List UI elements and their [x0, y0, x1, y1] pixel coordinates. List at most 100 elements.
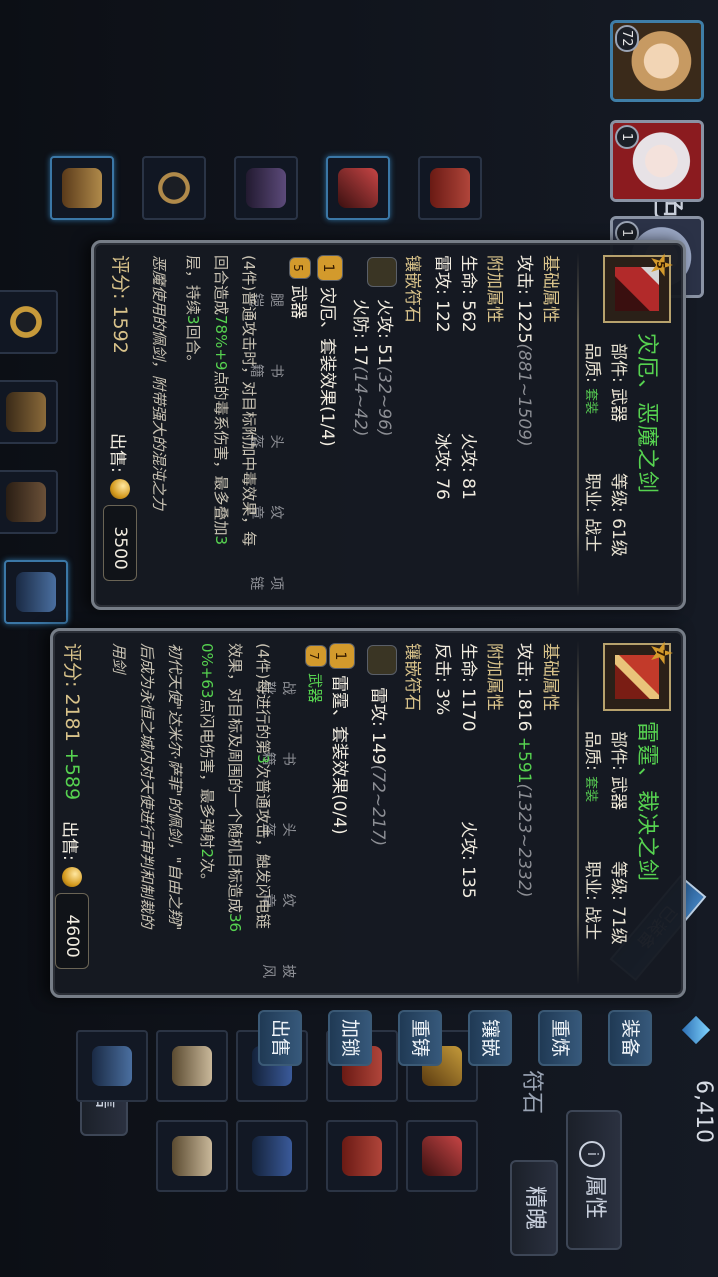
inventory-slot[interactable]: [236, 1120, 308, 1192]
item-icon: 5: [603, 255, 671, 323]
inlay-button[interactable]: 镶嵌: [468, 1010, 512, 1066]
score-bonus: +589: [61, 747, 83, 801]
equip-button[interactable]: 装备: [608, 1010, 652, 1066]
socket-attr: 火防: 17: [350, 299, 370, 366]
compared-item-panel: 7 雷霆、裁决之剑 部件: 武器 等级: 71级 品质: 套装 职业: 战士 基…: [50, 628, 686, 998]
sell-price: 4600: [55, 892, 89, 969]
quality-value: 套装: [583, 776, 598, 803]
equip-slot-armor[interactable]: [234, 156, 298, 220]
equip-slot-gloves[interactable]: [50, 156, 114, 220]
inventory-slot[interactable]: [326, 1120, 398, 1192]
level-label: 等级:: [608, 861, 628, 901]
extra-attr: 火攻: 135: [458, 821, 478, 899]
book-icon: [430, 168, 470, 208]
set-piece: 5 武器: [288, 257, 313, 319]
description-line: 用剑: [110, 643, 128, 674]
set-effect-text: 回合。: [184, 324, 202, 370]
set-effect-value: 78%+9: [212, 315, 230, 371]
set-effect-text: (4件)每进行的第: [254, 643, 272, 755]
item-name: 雷霆、裁决之剑: [634, 721, 659, 883]
necklace-icon: [154, 168, 194, 208]
attributes-tab-label: 属性: [582, 1174, 607, 1219]
sell-price: 3500: [103, 504, 137, 581]
recast-button[interactable]: 重铸: [398, 1010, 442, 1066]
extra-attr-title: 附加属性: [484, 643, 504, 711]
set-effect-value: 3: [212, 535, 230, 546]
base-attack-range: (1323~2332): [514, 783, 534, 898]
sell-label: 出售:: [59, 821, 80, 861]
base-attr-title: 基础属性: [540, 255, 560, 323]
equip-slot-book[interactable]: [418, 156, 482, 220]
item-icon: 7: [603, 643, 671, 711]
equip-slot-helmet[interactable]: [0, 380, 58, 444]
set-effect-value: 0%+63: [198, 643, 216, 699]
inventory-slot[interactable]: [156, 1120, 228, 1192]
set-effect-text: 点闪电伤害，最多弹射: [198, 698, 216, 849]
set-piece-name: 武器: [288, 285, 308, 319]
score-label: 评分:: [61, 643, 83, 688]
set-effect-text: 效果，对目标及周围的一个随机目标造成: [226, 643, 244, 914]
inventory-slot[interactable]: [76, 1030, 148, 1102]
description-line: 后成为永恒之城内对天使进行审判和制裁的: [138, 643, 156, 929]
equipped-item-panel: 已装备 5 灾厄、恶魔之剑 部件: 武器 等级: 61级 品质: 套装 职业: …: [91, 240, 707, 982]
gold-coin-icon: [110, 478, 130, 499]
inventory-slot[interactable]: [156, 1030, 228, 1102]
set-effect-value: 3: [184, 315, 202, 325]
quality-value: 套装: [583, 388, 598, 415]
set-title: 灾厄、套装效果(1/4): [317, 287, 338, 447]
base-attr-title: 基础属性: [540, 643, 560, 711]
diamond-count: 6,410: [691, 1080, 716, 1143]
game-screen: ↶ 角色 72 1 1 6,410 i属性 符石 精魄 出售 装备 重炼 镶嵌 …: [0, 0, 718, 1277]
socket-attr: 火攻: 51: [374, 299, 394, 366]
set-effect-value: 2: [198, 848, 216, 859]
extra-attr: 生命: 1170: [458, 643, 478, 732]
gold-coin-icon: [62, 866, 82, 887]
score-value: 2181: [61, 693, 83, 742]
divider: [577, 641, 579, 985]
info-icon: i: [579, 1140, 605, 1167]
sword-icon: [338, 168, 378, 208]
leg-armor-icon: [6, 482, 46, 522]
diamond-icon: [681, 1015, 711, 1045]
runes-tab[interactable]: 符石: [518, 1070, 550, 1114]
item-description: 恶魔使用的佩剑，附带强大的混沌之力: [150, 255, 168, 511]
part-value: 武器: [608, 388, 628, 423]
set-effect-text: (4件)普通攻击时，对目标附加中毒效果，每: [240, 255, 258, 547]
hero-level-badge: 1: [615, 125, 639, 149]
equip-slot-weapon[interactable]: [326, 156, 390, 220]
socket-title: 镶嵌符石: [402, 255, 422, 323]
item-name: 灾厄、恶魔之剑: [634, 333, 659, 495]
base-attack-range: (881~1509): [514, 343, 534, 447]
class-value: 战士: [582, 906, 602, 941]
refine-button[interactable]: 重炼: [538, 1010, 582, 1066]
socket-range: (72~217): [368, 764, 388, 847]
sell-label: 出售:: [107, 433, 128, 473]
helmet-icon: [6, 392, 46, 432]
lock-button[interactable]: 加锁: [328, 1010, 372, 1066]
hero-portrait-1[interactable]: 72: [610, 20, 704, 102]
set-effect-text: 层，持续: [184, 255, 202, 316]
boots-icon: [172, 1046, 212, 1086]
set-effect-value: 36: [226, 913, 244, 933]
socket-title: 镶嵌符石: [402, 643, 422, 711]
equip-slot-legs[interactable]: [0, 470, 58, 534]
description-line: 初代天使"达米尔·萨菲"的佩剑，"自由之翔": [166, 643, 184, 931]
equip-slot-cape[interactable]: [4, 560, 68, 624]
attributes-tab[interactable]: i 属性: [566, 1110, 622, 1250]
set-piece-name: 武器: [306, 673, 325, 704]
set-piece-star: 7: [305, 645, 327, 667]
equip-slot-ring[interactable]: [0, 290, 58, 354]
extra-attr: 生命: 562: [458, 255, 478, 333]
set-piece: 7 武器: [305, 645, 327, 703]
cape-icon: [252, 1136, 292, 1176]
sell-price-row: 出售: 4600: [55, 821, 89, 969]
soul-tab[interactable]: 精魄: [510, 1160, 558, 1256]
hero-level-badge: 72: [615, 25, 639, 52]
set-title: 雷霆、套装效果(0/4): [329, 675, 350, 835]
equip-slot-necklace[interactable]: [142, 156, 206, 220]
boots-icon: [172, 1136, 212, 1176]
set-count-badge: 1: [329, 643, 355, 669]
inventory-slot[interactable]: [406, 1120, 478, 1192]
hero-portrait-2[interactable]: 1: [610, 120, 704, 202]
sell-button[interactable]: 出售: [258, 1010, 302, 1066]
